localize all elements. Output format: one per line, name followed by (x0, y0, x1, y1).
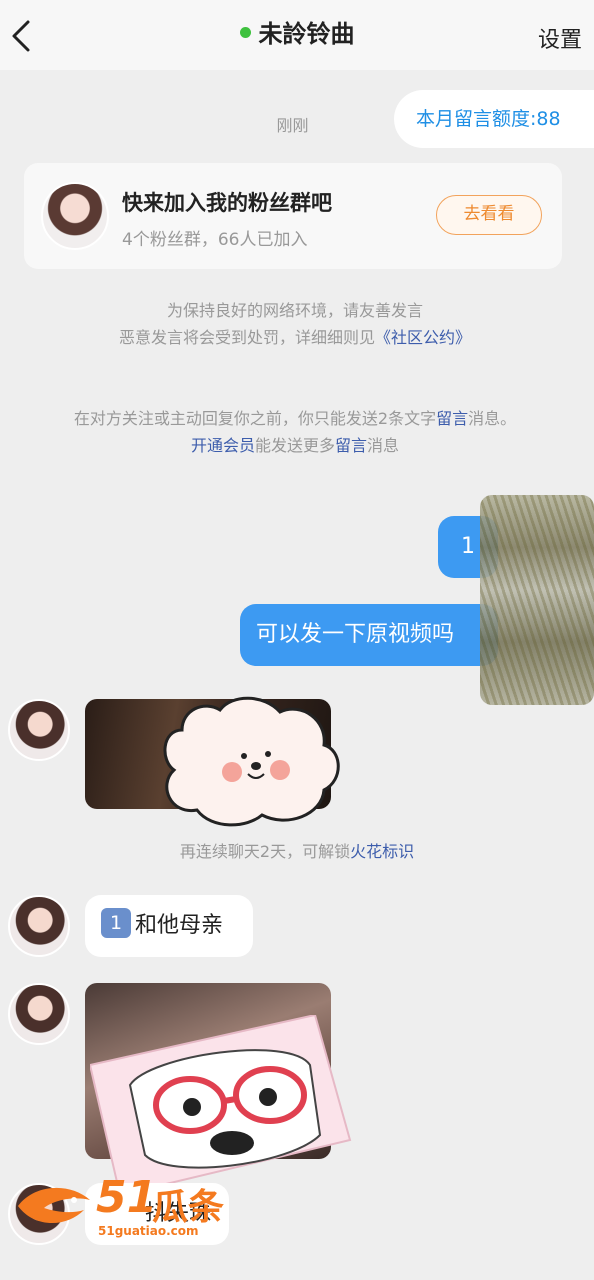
received-message-text: 和他母亲 (135, 913, 224, 938)
sent-message-bubble[interactable]: 可以发一下原视频吗 (240, 604, 498, 666)
vip-text: 能发送更多 (254, 436, 335, 455)
notice-line-1: 为保持良好的网络环境，请友善发言 (166, 301, 423, 320)
vip-suffix: 消息 (367, 436, 400, 455)
fan-group-card[interactable]: 快来加入我的粉丝群吧 4个粉丝群，66人已加入 去看看 (24, 163, 562, 269)
chat-title: 未詅铃曲 (0, 14, 594, 49)
open-vip-link[interactable]: 开通会员 (191, 436, 255, 455)
settings-button[interactable]: 设置 (538, 22, 582, 54)
limit-text: 在对方关注或主动回复你之前，你只能发送2条文字 (73, 409, 437, 428)
dog-sticker-icon (163, 696, 340, 827)
site-watermark-logo: 51 瓜条 51guatiao.com (14, 1172, 234, 1242)
nav-bar: 未詅铃曲 设置 (0, 0, 594, 70)
spark-badge-link[interactable]: 火花标识 (350, 842, 414, 861)
chat-title-text: 未詅铃曲 (258, 20, 355, 48)
notice-line-2-text: 恶意发言将会受到处罚，详细细则见 (118, 328, 375, 347)
avatar[interactable] (8, 895, 70, 957)
fish-logo-icon (18, 1187, 90, 1224)
spark-hint-text: 再连续聊天2天，可解锁 (179, 842, 351, 861)
avatar[interactable] (8, 983, 70, 1045)
online-status-dot (239, 26, 251, 38)
community-notice: 为保持良好的网络环境，请友善发言 恶意发言将会受到处罚，详细细则见《社区公约》 (40, 297, 550, 351)
fan-group-subtitle: 4个粉丝群，66人已加入 (122, 230, 308, 250)
avatar[interactable] (8, 699, 70, 761)
leave-message-link[interactable]: 留言 (436, 409, 468, 428)
keycap-one-emoji: 1 (101, 908, 131, 938)
avatar (41, 182, 109, 250)
limit-suffix: 消息。 (468, 409, 517, 428)
notice-line-2: 恶意发言将会受到处罚，详细细则见《社区公约》 (40, 324, 550, 351)
fan-group-title: 快来加入我的粉丝群吧 (122, 191, 332, 215)
watermark-url: 51guatiao.com (98, 1224, 199, 1238)
glasses-dog-sticker-icon (90, 1015, 352, 1195)
limit-line: 在对方关注或主动回复你之前，你只能发送2条文字留言消息。 (40, 405, 550, 432)
message-limit-notice: 在对方关注或主动回复你之前，你只能发送2条文字留言消息。 开通会员能发送更多留言… (40, 405, 550, 459)
vip-line: 开通会员能发送更多留言消息 (40, 432, 550, 459)
received-message-bubble[interactable]: 1 和他母亲 (85, 895, 253, 957)
community-rules-link[interactable]: 《社区公约》 (375, 328, 471, 347)
leave-message-link-2[interactable]: 留言 (335, 436, 367, 455)
message-quota-badge[interactable]: 本月留言额度:88 (394, 90, 594, 148)
privacy-scribble (480, 495, 594, 705)
spark-hint: 再连续聊天2天，可解锁火花标识 (0, 838, 594, 862)
go-see-button[interactable]: 去看看 (436, 195, 542, 235)
watermark-number: 51 (96, 1172, 158, 1223)
watermark-name: 瓜条 (152, 1187, 225, 1228)
